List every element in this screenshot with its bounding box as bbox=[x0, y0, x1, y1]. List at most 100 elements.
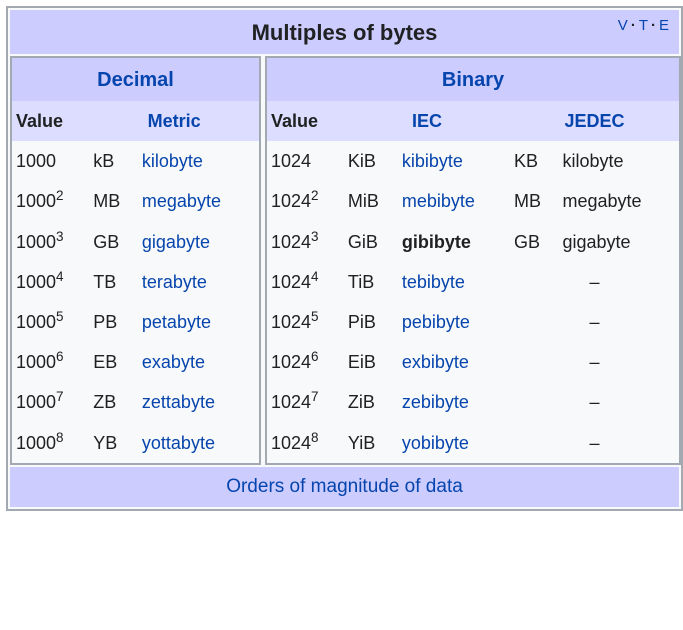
tebibyte-link[interactable]: tebibyte bbox=[402, 272, 465, 292]
iec-symbol-cell: ZiB bbox=[344, 382, 398, 422]
iec-name-cell: gibibyte bbox=[398, 222, 510, 262]
metric-link[interactable]: Metric bbox=[148, 111, 201, 131]
kibibyte-link[interactable]: kibibyte bbox=[402, 151, 463, 171]
iec-name-cell: exbibyte bbox=[398, 342, 510, 382]
table-row: 10005PBpetabyte bbox=[12, 302, 259, 342]
zettabyte-link[interactable]: zettabyte bbox=[142, 392, 215, 412]
value-cell: 10008 bbox=[12, 423, 89, 463]
value-cell: 1000 bbox=[12, 141, 89, 181]
iec-name-cell: kibibyte bbox=[398, 141, 510, 181]
decimal-header: Decimal bbox=[12, 58, 259, 101]
value-cell: 10242 bbox=[267, 181, 344, 221]
orders-of-magnitude-link[interactable]: Orders of magnitude of data bbox=[226, 476, 463, 497]
yobibyte-link[interactable]: yobibyte bbox=[402, 433, 469, 453]
col-value: Value bbox=[12, 101, 89, 141]
symbol-cell: GB bbox=[89, 222, 138, 262]
vte-view-link[interactable]: V bbox=[618, 17, 628, 34]
jedec-empty-cell: – bbox=[510, 382, 679, 422]
terabyte-link[interactable]: terabyte bbox=[142, 272, 207, 292]
name-cell: yottabyte bbox=[138, 423, 259, 463]
value-cell: 10003 bbox=[12, 222, 89, 262]
decimal-header-link[interactable]: Decimal bbox=[97, 69, 174, 91]
iec-name-cell: zebibyte bbox=[398, 382, 510, 422]
table-row: 10247ZiBzebibyte – bbox=[267, 382, 679, 422]
gigabyte-link[interactable]: gigabyte bbox=[142, 232, 210, 252]
value-cell: 10007 bbox=[12, 382, 89, 422]
name-cell: megabyte bbox=[138, 181, 259, 221]
petabyte-link[interactable]: petabyte bbox=[142, 312, 211, 332]
mebibyte-link[interactable]: mebibyte bbox=[402, 191, 475, 211]
value-cell: 10005 bbox=[12, 302, 89, 342]
exabyte-link[interactable]: exabyte bbox=[142, 352, 205, 372]
symbol-cell: kB bbox=[89, 141, 138, 181]
col-jedec: JEDEC bbox=[510, 101, 679, 141]
jedec-symbol-cell: KB bbox=[510, 141, 558, 181]
megabyte-link[interactable]: megabyte bbox=[142, 191, 221, 211]
name-cell: kilobyte bbox=[138, 141, 259, 181]
value-cell: 10243 bbox=[267, 222, 344, 262]
table-row: 10242MiBmebibyte MBmegabyte bbox=[267, 181, 679, 221]
value-cell: 10002 bbox=[12, 181, 89, 221]
value-cell: 10248 bbox=[267, 423, 344, 463]
iec-symbol-cell: TiB bbox=[344, 262, 398, 302]
zebibyte-link[interactable]: zebibyte bbox=[402, 392, 469, 412]
iec-symbol-cell: EiB bbox=[344, 342, 398, 382]
name-cell: gigabyte bbox=[138, 222, 259, 262]
col-metric: Metric bbox=[89, 101, 259, 141]
table-row: 10008YByottabyte bbox=[12, 423, 259, 463]
name-cell: exabyte bbox=[138, 342, 259, 382]
table-row: 10244TiBtebibyte – bbox=[267, 262, 679, 302]
vte-edit-link[interactable]: E bbox=[659, 17, 669, 34]
binary-panel: Binary Value IEC JEDEC 1024KiBkibibyteKB… bbox=[265, 56, 681, 465]
iec-name-cell: yobibyte bbox=[398, 423, 510, 463]
symbol-cell: PB bbox=[89, 302, 138, 342]
table-row: 10006EBexabyte bbox=[12, 342, 259, 382]
jedec-link[interactable]: JEDEC bbox=[565, 111, 625, 131]
value-cell: 10245 bbox=[267, 302, 344, 342]
iec-name-cell: mebibyte bbox=[398, 181, 510, 221]
table-row: 10003GBgigabyte bbox=[12, 222, 259, 262]
jedec-empty-cell: – bbox=[510, 262, 679, 302]
value-cell: 10006 bbox=[12, 342, 89, 382]
iec-symbol-cell: MiB bbox=[344, 181, 398, 221]
symbol-cell: YB bbox=[89, 423, 138, 463]
jedec-empty-cell: – bbox=[510, 342, 679, 382]
iec-symbol-cell: YiB bbox=[344, 423, 398, 463]
iec-symbol-cell: GiB bbox=[344, 222, 398, 262]
value-cell: 1024 bbox=[267, 141, 344, 181]
value-cell: 10247 bbox=[267, 382, 344, 422]
name-cell: terabyte bbox=[138, 262, 259, 302]
gibibyte-self-label: gibibyte bbox=[402, 232, 471, 252]
title-row: Multiples of bytes V·T·E bbox=[10, 10, 679, 54]
yottabyte-link[interactable]: yottabyte bbox=[142, 433, 215, 453]
jedec-symbol-cell: GB bbox=[510, 222, 558, 262]
jedec-symbol-cell: MB bbox=[510, 181, 558, 221]
value-cell: 10004 bbox=[12, 262, 89, 302]
symbol-cell: ZB bbox=[89, 382, 138, 422]
table-row: 10002MBmegabyte bbox=[12, 181, 259, 221]
vte-talk-link[interactable]: T bbox=[639, 17, 648, 34]
symbol-cell: EB bbox=[89, 342, 138, 382]
pebibyte-link[interactable]: pebibyte bbox=[402, 312, 470, 332]
jedec-empty-cell: – bbox=[510, 302, 679, 342]
table-row: 10248YiByobibyte– bbox=[267, 423, 679, 463]
kilobyte-link[interactable]: kilobyte bbox=[142, 151, 203, 171]
value-cell: 10246 bbox=[267, 342, 344, 382]
exbibyte-link[interactable]: exbibyte bbox=[402, 352, 469, 372]
vte-links: V·T·E bbox=[618, 17, 669, 34]
symbol-cell: MB bbox=[89, 181, 138, 221]
page-title: Multiples of bytes bbox=[252, 20, 438, 45]
table-row: 10246EiBexbibyte – bbox=[267, 342, 679, 382]
table-row: 10243GiBgibibyte GBgigabyte bbox=[267, 222, 679, 262]
value-cell: 10244 bbox=[267, 262, 344, 302]
iec-link[interactable]: IEC bbox=[412, 111, 442, 131]
jedec-name-cell: gigabyte bbox=[558, 222, 679, 262]
iec-name-cell: tebibyte bbox=[398, 262, 510, 302]
navbox-multiples-of-bytes: Multiples of bytes V·T·E Decimal Value M… bbox=[6, 6, 683, 511]
jedec-name-cell: kilobyte bbox=[558, 141, 679, 181]
iec-name-cell: pebibyte bbox=[398, 302, 510, 342]
binary-header-link[interactable]: Binary bbox=[442, 69, 504, 91]
jedec-name-cell: megabyte bbox=[558, 181, 679, 221]
name-cell: zettabyte bbox=[138, 382, 259, 422]
name-cell: petabyte bbox=[138, 302, 259, 342]
